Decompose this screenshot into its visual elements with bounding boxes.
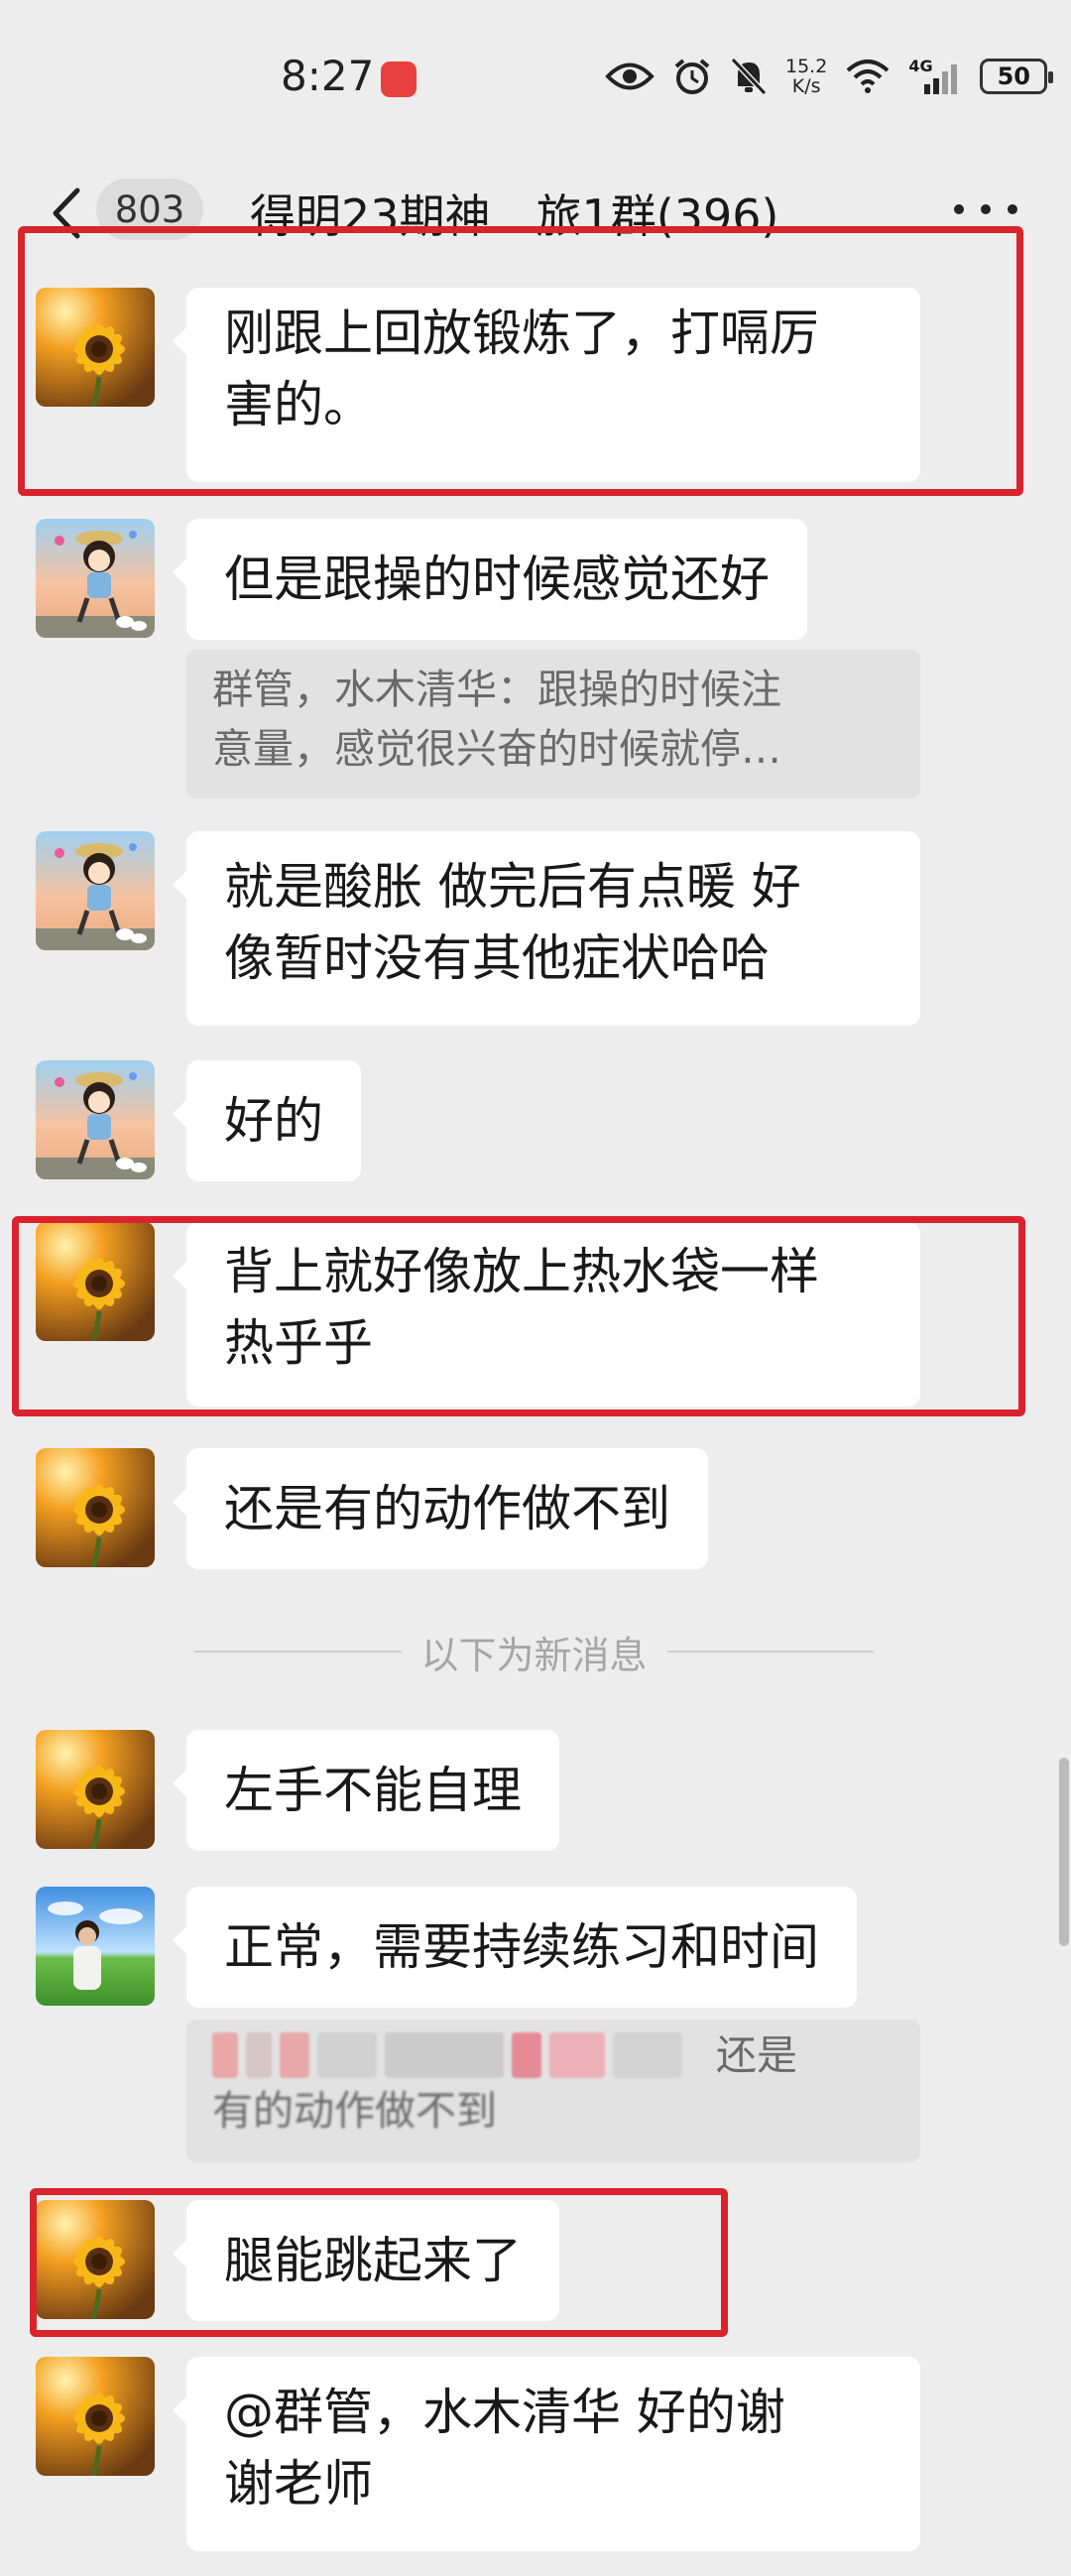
message-bubble[interactable]: 好的 — [173, 1060, 361, 1181]
app-notification-icon — [381, 61, 416, 97]
quoted-message[interactable]: 还是 有的动作做不到 — [186, 2020, 920, 2162]
battery-indicator: 50 — [980, 59, 1054, 94]
message-text-line: 谢老师 — [224, 2455, 373, 2513]
message-text-line: 就是酸胀 做完后有点暖 好 — [224, 858, 801, 916]
quoted-message[interactable]: 群管，水木清华：跟操的时候注 意量，感觉很兴奋的时候就停… — [186, 650, 920, 798]
alarm-icon — [674, 59, 710, 94]
message-text-line: 正常，需要持续练习和时间 — [224, 1918, 819, 1976]
quote-text-line: 意量，感觉很兴奋的时候就停… — [212, 725, 781, 773]
sunflower-avatar[interactable] — [36, 2357, 155, 2476]
signal-icon — [924, 64, 958, 94]
scrollbar[interactable] — [1059, 1758, 1069, 1946]
message-text-line: 好的 — [224, 1092, 323, 1150]
highlight-box — [18, 226, 1023, 496]
net-speed-value: 15.2 — [785, 56, 828, 77]
quote-text-line: 有的动作做不到 — [212, 2087, 497, 2135]
message-bubble[interactable]: 但是跟操的时候感觉还好 — [173, 519, 807, 640]
message-bubble[interactable]: 就是酸胀 做完后有点暖 好 像暂时没有其他症状哈哈 — [173, 831, 920, 1026]
message-text-line: 但是跟操的时候感觉还好 — [224, 551, 770, 608]
quote-text-line: 群管，水木清华：跟操的时候注 — [212, 666, 781, 713]
message-bubble[interactable]: @群管，水木清华 好的谢 谢老师 — [173, 2357, 920, 2551]
blurred-quote-sender: 还是 — [212, 2029, 894, 2081]
status-time: 8:27 — [281, 52, 375, 100]
quote-text-line: 还是 — [716, 2031, 797, 2079]
highlight-box — [30, 2188, 728, 2337]
net-speed-unit: K/s — [791, 75, 821, 97]
woman-outdoor-avatar[interactable] — [36, 1887, 155, 2006]
message-bubble[interactable]: 还是有的动作做不到 — [173, 1448, 708, 1569]
message-text-line: @群管，水木清华 好的谢 — [224, 2384, 785, 2441]
sunflower-avatar[interactable] — [36, 1730, 155, 1849]
wifi-icon — [846, 60, 890, 93]
message-bubble[interactable]: 正常，需要持续练习和时间 — [173, 1887, 857, 2008]
new-messages-divider: 以下为新消息 — [194, 1627, 875, 1677]
net-speed: 15.2 K/s — [785, 57, 827, 96]
more-options-icon[interactable] — [954, 194, 1017, 224]
highlight-box — [12, 1216, 1025, 1416]
message-bubble[interactable]: 左手不能自理 — [173, 1730, 559, 1851]
new-messages-divider-text: 以下为新消息 — [420, 1633, 648, 1677]
message-text-line: 左手不能自理 — [224, 1762, 522, 1819]
eye-icon — [605, 62, 654, 90]
cartoon-girl-avatar[interactable] — [36, 519, 155, 638]
mute-bell-icon — [730, 57, 768, 96]
cartoon-girl-avatar[interactable] — [36, 1060, 155, 1179]
status-icons: 15.2 K/s 4G 50 — [605, 54, 1054, 99]
message-text-line: 像暂时没有其他症状哈哈 — [224, 929, 770, 987]
cartoon-girl-avatar[interactable] — [36, 831, 155, 950]
signal-indicator: 4G — [908, 57, 962, 96]
message-text-line: 还是有的动作做不到 — [224, 1480, 670, 1537]
status-bar: 8:27 15.2 K/s 4G 50 — [0, 0, 1071, 159]
sunflower-avatar[interactable] — [36, 1448, 155, 1567]
